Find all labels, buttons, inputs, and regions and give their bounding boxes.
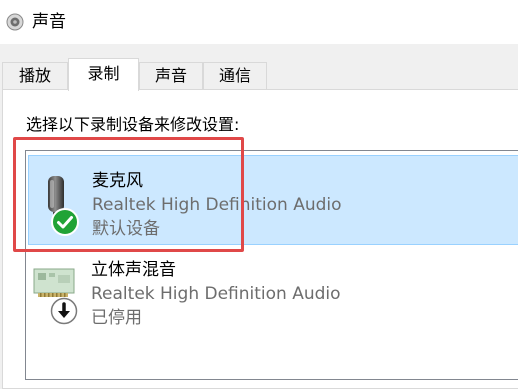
- tab-label: 播放: [18, 66, 51, 85]
- disabled-arrow-icon: [50, 297, 78, 325]
- tab-label: 声音: [154, 66, 187, 85]
- title-bar: 声音: [0, 0, 518, 44]
- tab-label: 录制: [87, 64, 120, 83]
- tab-playback[interactable]: 播放: [2, 62, 68, 90]
- tab-communications[interactable]: 通信: [203, 62, 267, 90]
- tab-recording[interactable]: 录制: [68, 58, 139, 91]
- sound-card-icon: [33, 268, 75, 297]
- window-title: 声音: [32, 12, 66, 32]
- tab-strip: 播放 录制 声音 通信: [0, 58, 518, 91]
- speaker-icon: [6, 13, 24, 31]
- device-driver: Realtek High Definition Audio: [91, 284, 341, 304]
- annotation-highlight-box: [13, 137, 244, 252]
- device-name: 立体声混音: [91, 260, 176, 280]
- instruction-text: 选择以下录制设备来修改设置:: [26, 115, 240, 134]
- device-status: 已停用: [91, 308, 142, 328]
- tab-sounds[interactable]: 声音: [139, 62, 203, 90]
- tab-label: 通信: [218, 66, 251, 85]
- device-item-stereo-mix[interactable]: 立体声混音 Realtek High Definition Audio 已停用: [28, 245, 518, 335]
